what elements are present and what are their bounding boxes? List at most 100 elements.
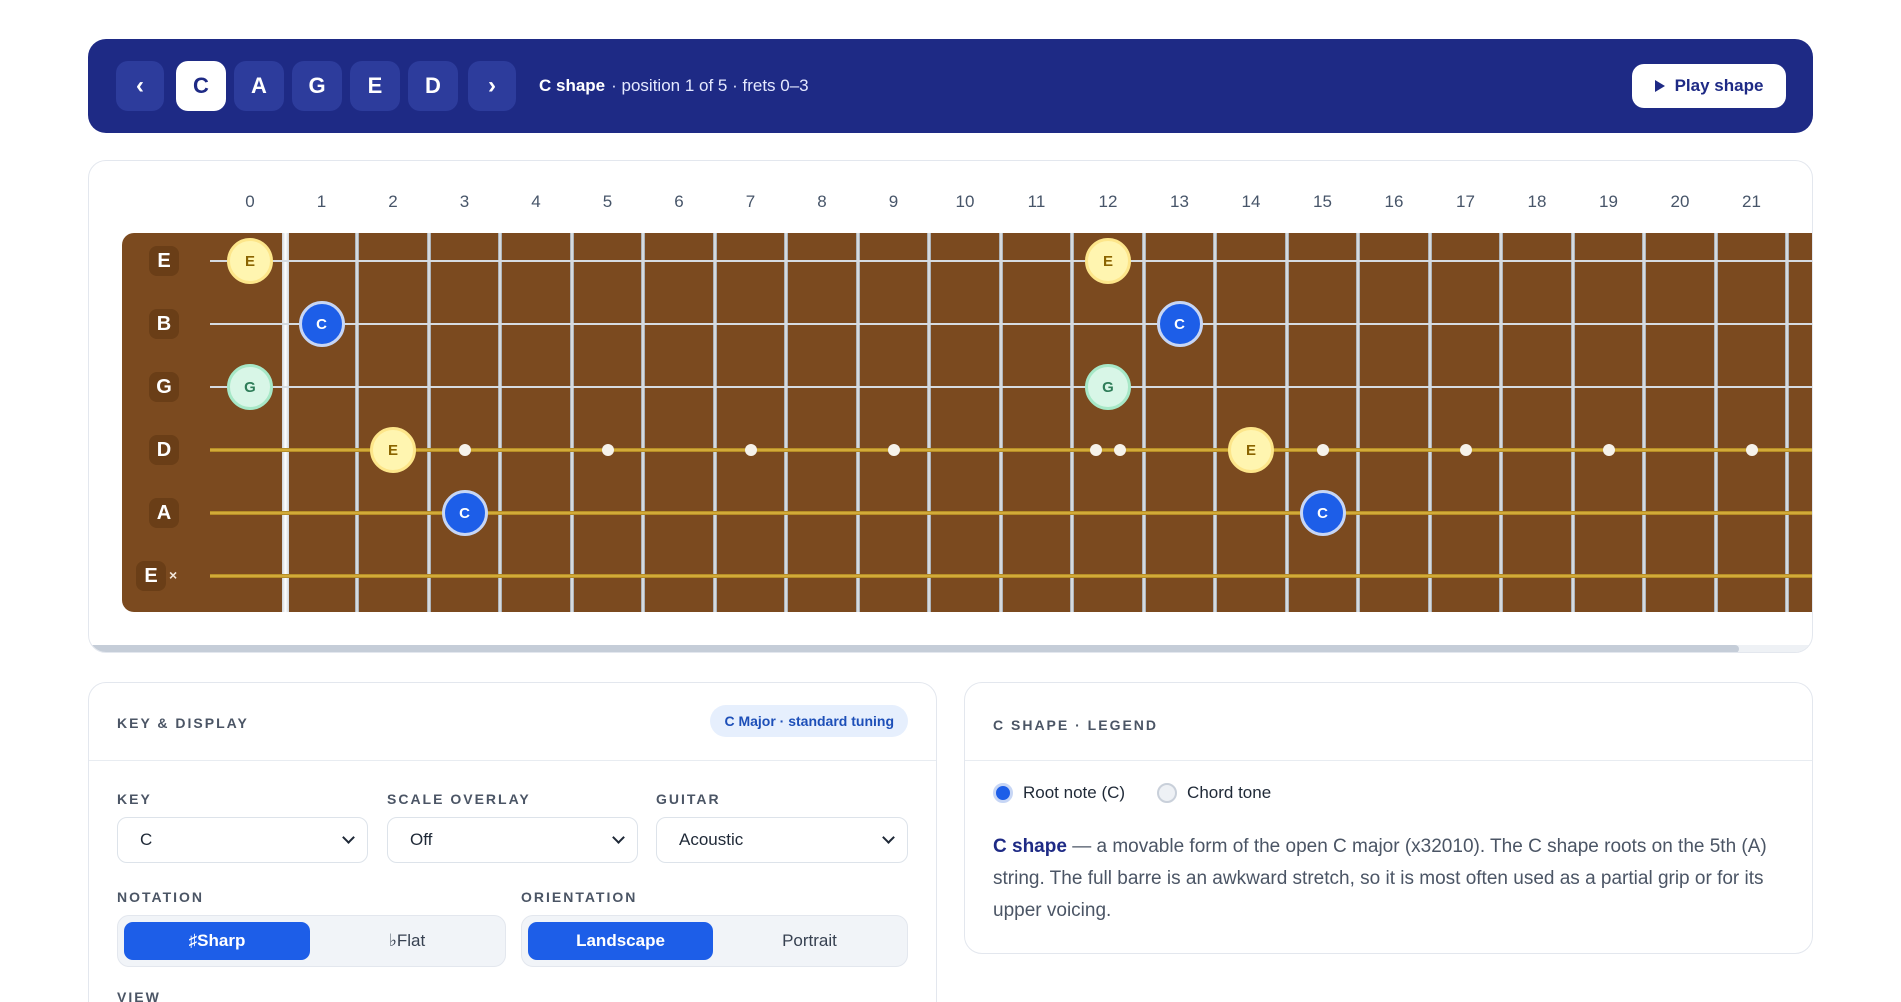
orientation-landscape-option[interactable]: Landscape xyxy=(528,922,713,960)
fretboard[interactable]: E B G D A E × E E C C G G E E C C xyxy=(122,233,1812,612)
chord-tone-marker[interactable]: E xyxy=(370,427,416,473)
next-shape-button[interactable]: › xyxy=(468,61,516,111)
fret-wire xyxy=(1284,233,1289,612)
fret-wire xyxy=(1642,233,1647,612)
fret-number: 17 xyxy=(1456,192,1475,211)
orientation-portrait-option[interactable]: Portrait xyxy=(717,922,902,960)
fret-number: 21 xyxy=(1742,192,1761,211)
fret-number: 8 xyxy=(817,192,827,211)
key-display-title: KEY & DISPLAY xyxy=(117,715,249,731)
chord-tone-marker[interactable]: E xyxy=(1228,427,1274,473)
legend-panel: C SHAPE · LEGEND Root note (C) Chord ton… xyxy=(964,682,1813,954)
shape-position-info: C shape · position 1 of 5 · frets 0–3 xyxy=(539,39,809,133)
fret-number: 4 xyxy=(531,192,541,211)
scale-overlay-select[interactable]: Off xyxy=(387,817,638,863)
shape-button-c[interactable]: C xyxy=(176,61,226,111)
chord-tone-marker[interactable]: E xyxy=(1085,238,1131,284)
fret-wire xyxy=(1356,233,1361,612)
fret-number: 2 xyxy=(1803,192,1812,212)
muted-string-icon: × xyxy=(169,567,178,583)
root-note-swatch xyxy=(993,783,1013,803)
notation-label: NOTATION xyxy=(117,889,205,905)
fret-wire xyxy=(1785,233,1790,612)
notation-sharp-option[interactable]: ♯Sharp xyxy=(124,922,310,960)
fret-inlay-dot xyxy=(887,444,900,456)
fret-number: 2 xyxy=(388,192,398,211)
fret-number: 14 xyxy=(1241,192,1261,211)
fret-wire xyxy=(784,233,789,612)
shape-description: C shape — a movable form of the open C m… xyxy=(993,831,1793,927)
legend-items: Root note (C) Chord tone xyxy=(993,783,1271,803)
guitar-string xyxy=(210,448,1812,452)
key-display-header: KEY & DISPLAY C Major · standard tuning xyxy=(89,683,936,761)
key-tuning-badge: C Major · standard tuning xyxy=(710,705,908,737)
key-select[interactable]: C xyxy=(117,817,368,863)
fretboard-scrollbar-thumb[interactable] xyxy=(89,645,1739,652)
fret-number: 5 xyxy=(602,192,613,211)
fret-inlay-dot xyxy=(601,444,614,456)
chord-tone-label: Chord tone xyxy=(1187,783,1272,802)
chord-tone-marker[interactable]: E xyxy=(227,238,273,284)
shape-button-e[interactable]: E xyxy=(350,61,400,111)
root-note-marker[interactable]: C xyxy=(441,490,488,536)
fret-wire xyxy=(1141,233,1146,612)
fret-number: 12 xyxy=(1098,192,1118,211)
orientation-label: ORIENTATION xyxy=(521,889,638,905)
shape-description-title: C shape xyxy=(993,836,1067,857)
orientation-toggle: Landscape Portrait xyxy=(521,915,908,967)
shape-button-a[interactable]: A xyxy=(234,61,284,111)
key-select-value: C xyxy=(140,830,153,849)
guitar-label: GUITAR xyxy=(656,791,721,807)
key-label: KEY xyxy=(117,791,152,807)
chevron-down-icon xyxy=(612,831,625,844)
root-note-marker[interactable]: C xyxy=(1156,301,1203,347)
notation-toggle: ♯Sharp ♭Flat xyxy=(117,915,506,967)
fretboard-card: 01234567891011121314151617181920212 EBGD… xyxy=(88,160,1813,653)
string-label: E xyxy=(136,561,166,591)
chevron-left-icon: ‹ xyxy=(136,72,144,99)
notation-flat-option[interactable]: ♭Flat xyxy=(314,922,500,960)
root-note-marker[interactable]: C xyxy=(1299,490,1346,536)
shape-detail: · position 1 of 5 · frets 0–3 xyxy=(611,76,809,95)
chevron-right-icon: › xyxy=(488,72,496,99)
play-icon xyxy=(1654,80,1665,92)
shape-description-text: — a movable form of the open C major (x3… xyxy=(993,836,1767,921)
fret-number: 20 xyxy=(1670,192,1690,211)
chord-tone-marker[interactable]: G xyxy=(1085,364,1131,410)
fret-wire xyxy=(1713,233,1718,612)
view-label: VIEW xyxy=(117,989,161,1002)
guitar-string xyxy=(210,574,1812,578)
prev-shape-button[interactable]: ‹ xyxy=(116,61,164,111)
fret-number: 16 xyxy=(1384,192,1404,211)
guitar-select[interactable]: Acoustic xyxy=(656,817,908,863)
fret-wire xyxy=(927,233,932,612)
play-shape-button[interactable]: Play shape xyxy=(1632,64,1786,108)
shape-name: C shape xyxy=(539,76,606,95)
shape-button-g[interactable]: G xyxy=(292,61,342,111)
chord-tone-swatch xyxy=(1157,783,1178,803)
fret-wire xyxy=(1213,233,1218,612)
legend-header: C SHAPE · LEGEND xyxy=(965,683,1812,761)
scale-overlay-label: SCALE OVERLAY xyxy=(387,791,531,807)
fret-wire xyxy=(712,233,717,612)
guitar-string xyxy=(210,323,1812,325)
fret-number: 9 xyxy=(888,192,899,211)
notation-sharp-label: ♯Sharp xyxy=(188,931,246,950)
fret-wire xyxy=(1070,233,1075,612)
scale-overlay-value: Off xyxy=(410,830,433,849)
root-note-marker[interactable]: C xyxy=(298,301,345,347)
fret-number: 10 xyxy=(955,192,975,211)
nut xyxy=(281,233,289,612)
shape-button-d[interactable]: D xyxy=(408,61,458,111)
fret-number: 6 xyxy=(674,192,684,211)
orientation-landscape-label: Landscape xyxy=(576,931,665,950)
fret-number: 7 xyxy=(745,192,756,211)
fret-inlay-dot xyxy=(1090,444,1102,456)
fret-number: 3 xyxy=(459,192,470,211)
fret-wire xyxy=(355,233,360,612)
fret-inlay-dot xyxy=(1745,444,1758,456)
string-label: B xyxy=(149,309,179,339)
fret-inlay-dot xyxy=(458,444,471,456)
fret-wire xyxy=(641,233,646,612)
chord-tone-marker[interactable]: G xyxy=(227,364,273,410)
